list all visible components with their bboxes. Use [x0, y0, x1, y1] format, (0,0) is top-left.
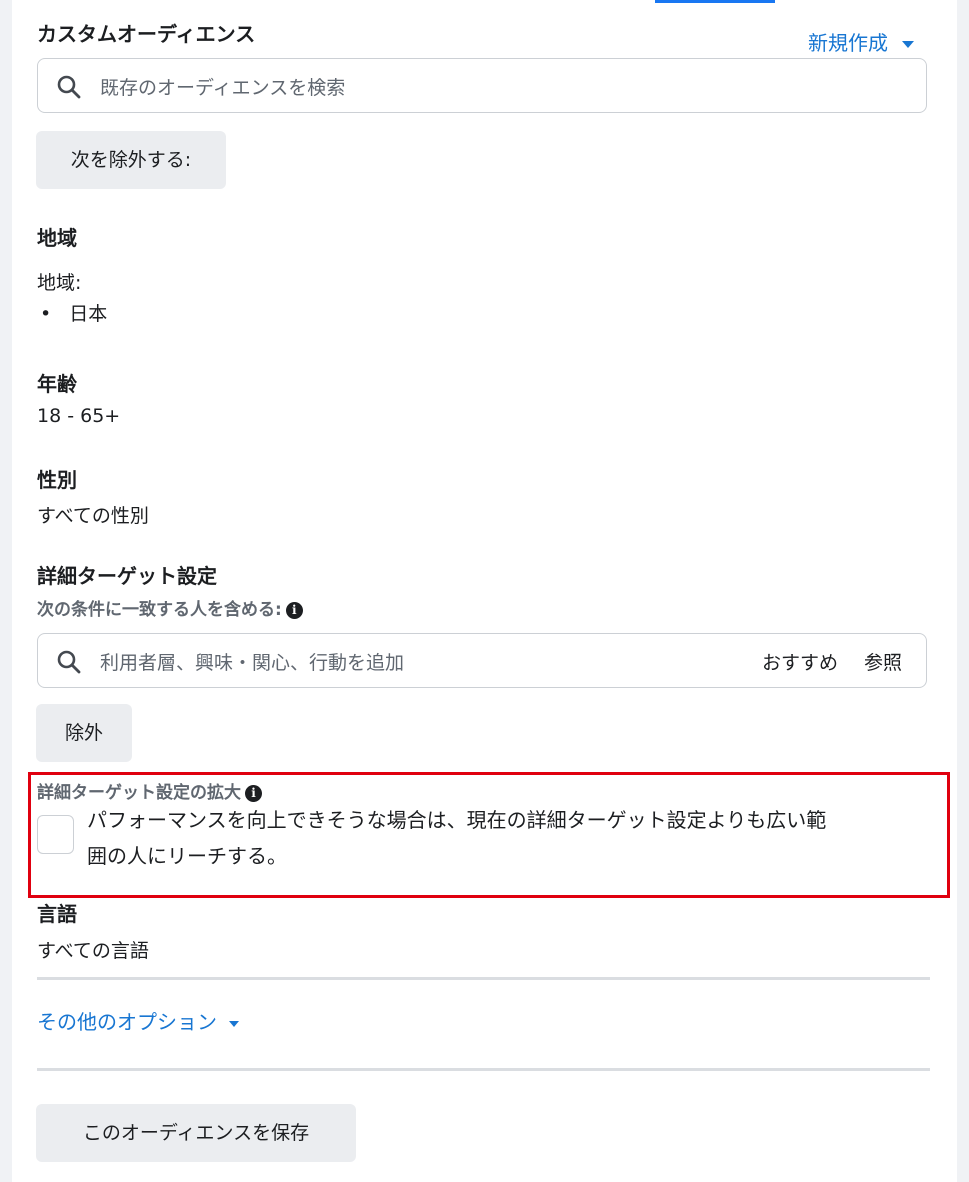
language-value: すべての言語: [37, 940, 149, 962]
detailed-targeting-subtitle: 次の条件に一致する人を含める: i: [37, 595, 303, 620]
divider: [37, 1068, 930, 1071]
exclude-audience-button[interactable]: 次を除外する:: [36, 131, 226, 189]
more-options-toggle[interactable]: その他のオプション: [37, 1006, 240, 1035]
search-icon: [57, 75, 81, 99]
age-value: 18 - 65+: [37, 405, 121, 427]
gender-value: すべての性別: [37, 505, 149, 527]
save-audience-button[interactable]: このオーディエンスを保存: [36, 1104, 356, 1162]
location-item: • 日本: [40, 299, 107, 326]
browse-link[interactable]: 参照: [864, 648, 902, 675]
custom-audience-search-input[interactable]: 既存のオーディエンスを検索: [37, 58, 927, 113]
location-label: 地域:: [37, 272, 82, 294]
expansion-title: 詳細ターゲット設定の拡大 i: [37, 778, 262, 803]
gender-title: 性別: [37, 468, 77, 492]
custom-audience-search-placeholder: 既存のオーディエンスを検索: [100, 77, 346, 99]
expansion-checkbox[interactable]: [37, 815, 74, 854]
expansion-title-text: 詳細ターゲット設定の拡大: [37, 783, 241, 803]
expansion-description-line2: 囲の人にリーチする。: [87, 844, 287, 868]
location-title: 地域: [37, 226, 77, 250]
caret-down-icon: [902, 41, 915, 48]
search-icon: [57, 650, 81, 674]
custom-audience-title: カスタムオーディエンス: [37, 22, 256, 46]
info-icon[interactable]: i: [245, 784, 262, 802]
exclude-targeting-button[interactable]: 除外: [36, 704, 132, 762]
bullet: •: [40, 303, 52, 325]
create-new-label: 新規作成: [808, 31, 888, 55]
caret-down-icon: [229, 1020, 240, 1027]
more-options-label: その他のオプション: [37, 1010, 217, 1034]
create-new-dropdown[interactable]: 新規作成: [808, 27, 915, 56]
suggestions-link[interactable]: おすすめ: [762, 648, 838, 675]
info-icon[interactable]: i: [285, 601, 303, 619]
expansion-description-line1: パフォーマンスを向上できそうな場合は、現在の詳細ターゲット設定よりも広い範: [87, 808, 827, 832]
location-item-label: 日本: [69, 303, 108, 325]
detailed-targeting-search-placeholder: 利用者層、興味・関心、行動を追加: [100, 652, 405, 674]
detailed-targeting-subtitle-text: 次の条件に一致する人を含める:: [37, 600, 282, 620]
language-title: 言語: [37, 902, 77, 926]
divider: [37, 977, 930, 980]
detailed-targeting-search-input[interactable]: 利用者層、興味・関心、行動を追加 おすすめ 参照: [37, 633, 927, 688]
detailed-targeting-title: 詳細ターゲット設定: [37, 564, 217, 588]
age-title: 年齢: [37, 372, 77, 396]
active-tab-indicator: [655, 0, 775, 3]
